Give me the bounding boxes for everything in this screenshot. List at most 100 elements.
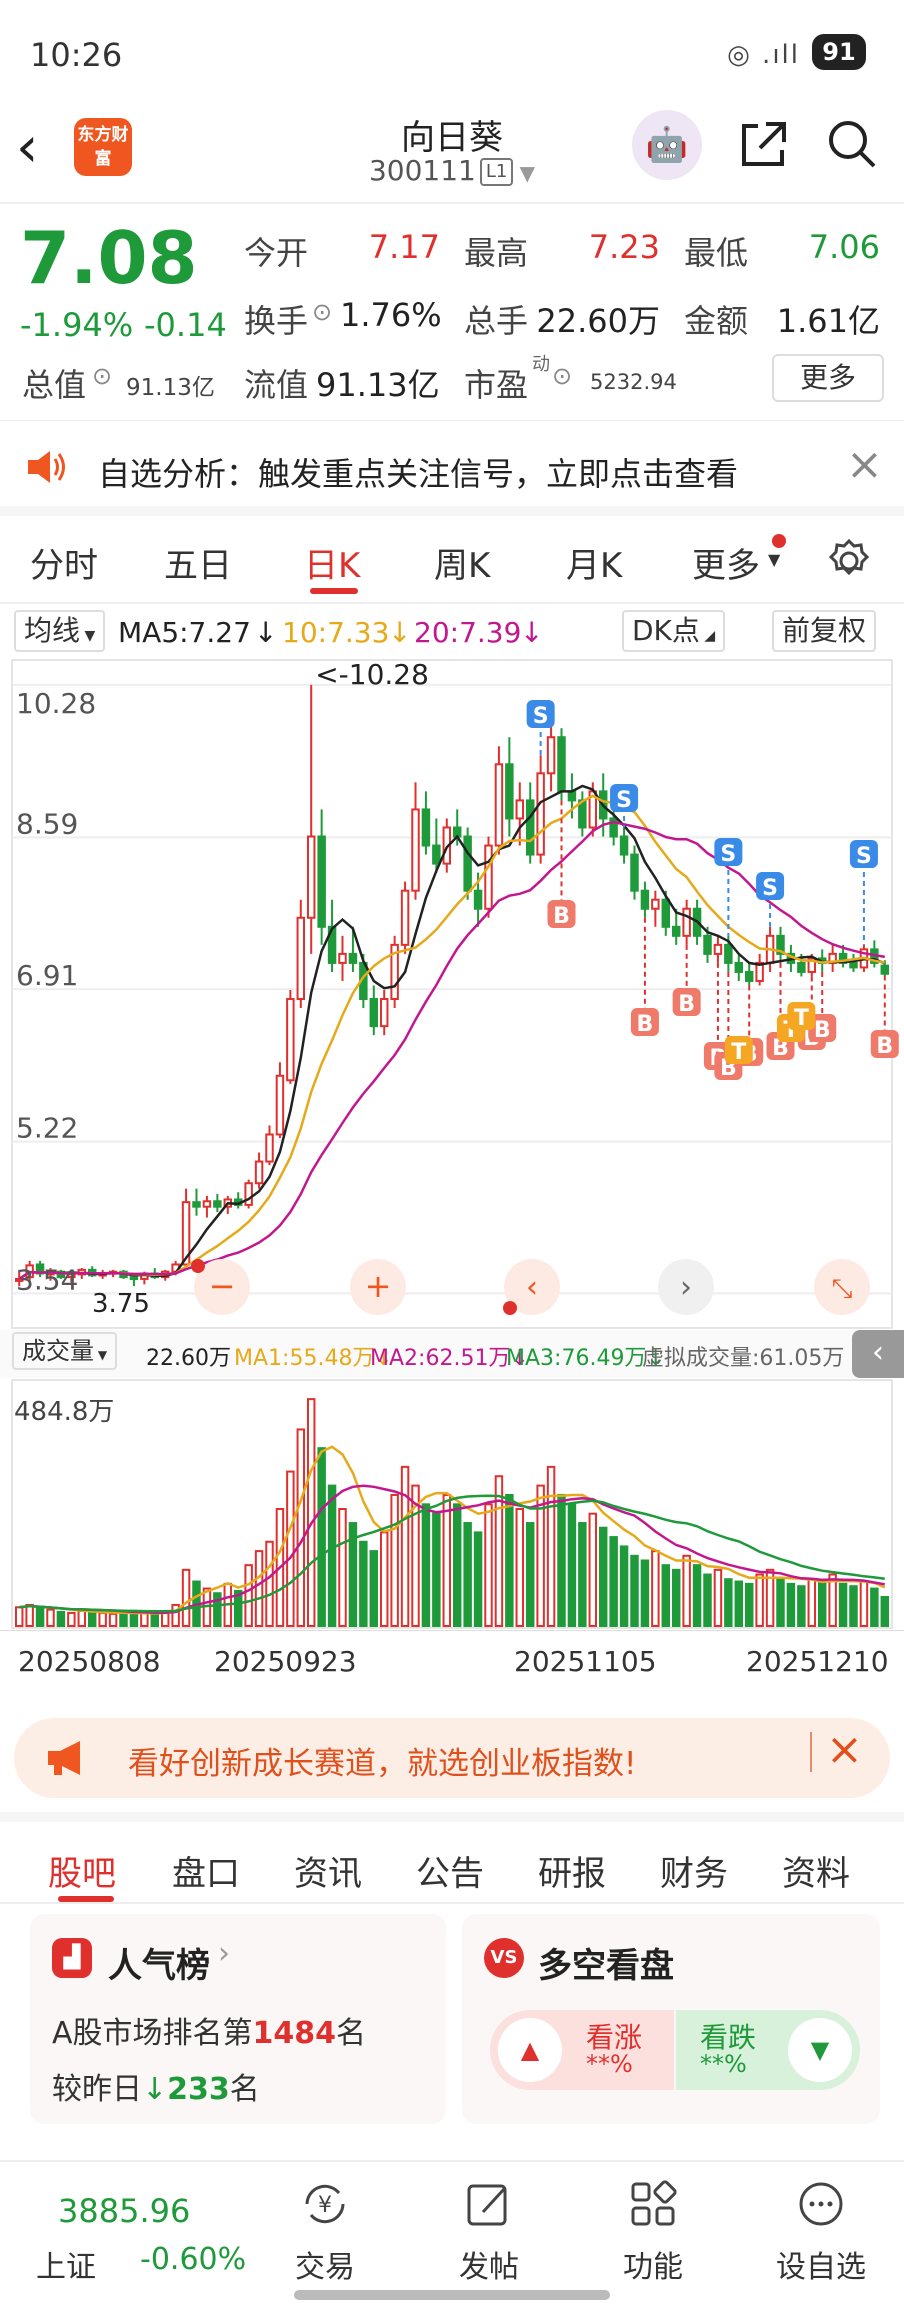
tab-weekly-k[interactable]: 周K [434,538,490,587]
date-label: 20251105 [514,1645,657,1678]
ranking-icon: ▟ [52,1938,92,1978]
promo-banner[interactable]: 看好创新成长赛道，就选创业板指数! × [14,1718,890,1798]
volume-bar [400,1465,410,1627]
tab-more[interactable]: 更多 [692,538,760,587]
tab-five-day[interactable]: 五日 [164,538,232,587]
volume-bar [505,1493,514,1627]
nav-trade[interactable]: ¥ 交易 [250,2176,400,2286]
candle [286,998,295,1082]
candle [348,952,358,964]
tab-monthly-k[interactable]: 月K [566,538,622,587]
edit-icon [467,2184,507,2226]
volume-chart[interactable]: 484.8万 [0,1378,904,1630]
volume-value: 22.60万 [536,302,660,340]
candle [734,961,744,973]
chart-controls: − + ‹ › ⤡ [191,1259,870,1315]
candle [505,763,514,820]
collapse-icon[interactable]: ‹ [852,1330,904,1378]
sell-signal-label: S [856,844,872,869]
long-short-card[interactable]: VS 多空看盘 ▲ 看涨 **% 看跌 **% ▼ [462,1914,880,2124]
signal-icon: ◎ .ıll [727,40,800,70]
close-icon[interactable]: × [826,1724,863,1775]
candle [671,925,681,937]
tab-guba[interactable]: 股吧 [48,1846,116,1895]
candle [744,970,754,982]
rank-line1: A股市场排名第1484名 [52,2008,366,2052]
volume-bar [588,1512,598,1627]
volume-select[interactable]: 成交量 ▼ [12,1332,118,1370]
caret-down-icon: ▼ [80,628,96,644]
svg-text:¥: ¥ [318,2193,332,2218]
date-label: 20250923 [214,1645,357,1678]
marker-dot [191,1259,205,1273]
gear-icon[interactable] [826,538,872,584]
bearish-value: **% [700,2050,747,2078]
nav-add-watchlist[interactable]: 设自选 [746,2176,896,2286]
info-icon[interactable]: ⊙ [92,362,112,390]
stock-code-row[interactable]: 300111 L1 ▼ [300,154,604,187]
candle [473,889,483,910]
open-label: 今开 [244,234,309,272]
candle [369,998,379,1028]
content-tabs: 股吧 盘口 资讯 公告 研报 财务 资料 [0,1812,904,1904]
tab-finance[interactable]: 财务 [660,1846,728,1895]
chevron-left-icon: ‹ [526,1270,538,1305]
rank-line2-pre: 较昨日 [52,2072,142,2107]
dk-point-button[interactable]: DK点 ◢ [622,610,726,652]
vol-ma1-line [19,1445,886,1615]
volume-bar [379,1531,389,1627]
analysis-notice[interactable]: 自选分析：触发重点关注信号，立即点击查看 × [0,420,904,516]
tab-announcements[interactable]: 公告 [416,1846,484,1895]
tab-news[interactable]: 资讯 [294,1846,362,1895]
kline-chart[interactable]: SSSSSBBBBBBBBBBTTT10.288.596.915.223.54 … [0,656,904,1330]
ma-select[interactable]: 均线 ▼ [14,610,106,652]
volume-bar [463,1522,472,1627]
rank-line2-post: 名 [229,2072,260,2107]
t-signal-label: T [731,1040,746,1065]
volume-bar [421,1503,431,1627]
tab-pankou[interactable]: 盘口 [172,1846,240,1895]
candle [484,844,493,910]
volume-bar [432,1512,441,1627]
volume-label: 总手 [464,302,529,340]
bullish-button[interactable]: ▲ 看涨 **% [490,2010,674,2090]
megaphone-icon [48,1741,80,1775]
status-bar: 10:26 ◎ .ıll 91 [0,0,904,108]
assistant-avatar-icon[interactable]: 🤖 [632,110,702,180]
volume-bar [108,1612,118,1628]
tab-profile[interactable]: 资料 [782,1846,850,1895]
popularity-card[interactable]: ▟ 人气榜 › A股市场排名第1484名 较昨日↓233名 [30,1914,446,2124]
tab-research[interactable]: 研报 [538,1846,606,1895]
info-icon[interactable]: ⊙ [552,362,572,390]
buy-signal-label: B [678,992,695,1017]
rank-delta: 233 [167,2072,230,2107]
bearish-button[interactable]: 看跌 **% ▼ [676,2010,860,2090]
high-label: 最高 [464,234,529,272]
down-arrow-icon: ↓ [520,616,544,649]
nav-post[interactable]: 发帖 [414,2176,564,2286]
more-button[interactable]: 更多 [772,354,884,402]
volume-bar [140,1611,149,1627]
date-label: 20251210 [746,1645,889,1678]
info-icon[interactable]: ⊙ [312,298,332,326]
close-icon[interactable]: × [846,439,883,490]
volume-bar [484,1503,493,1627]
volume-bar [87,1610,97,1628]
tab-daily-k[interactable]: 日K [304,538,360,587]
open-value: 7.17 [368,228,440,266]
tab-intraday[interactable]: 分时 [30,538,98,587]
rank-line1-post: 名 [336,2016,367,2051]
nav-functions[interactable]: 功能 [578,2176,728,2286]
index-value[interactable]: 3885.96 [58,2192,190,2230]
share-icon[interactable] [736,116,792,172]
back-icon[interactable]: ‹ [16,118,64,182]
search-icon[interactable] [824,116,880,172]
float-label: 流值 [244,366,309,404]
nav-post-label: 发帖 [459,2250,519,2285]
volume-bar [661,1564,671,1628]
adjust-select[interactable]: 前复权 [772,610,877,652]
volume-bar [25,1603,34,1628]
change-percent: -1.94% [20,306,134,344]
volume-bar [244,1564,253,1628]
chart-frame [11,659,893,1329]
